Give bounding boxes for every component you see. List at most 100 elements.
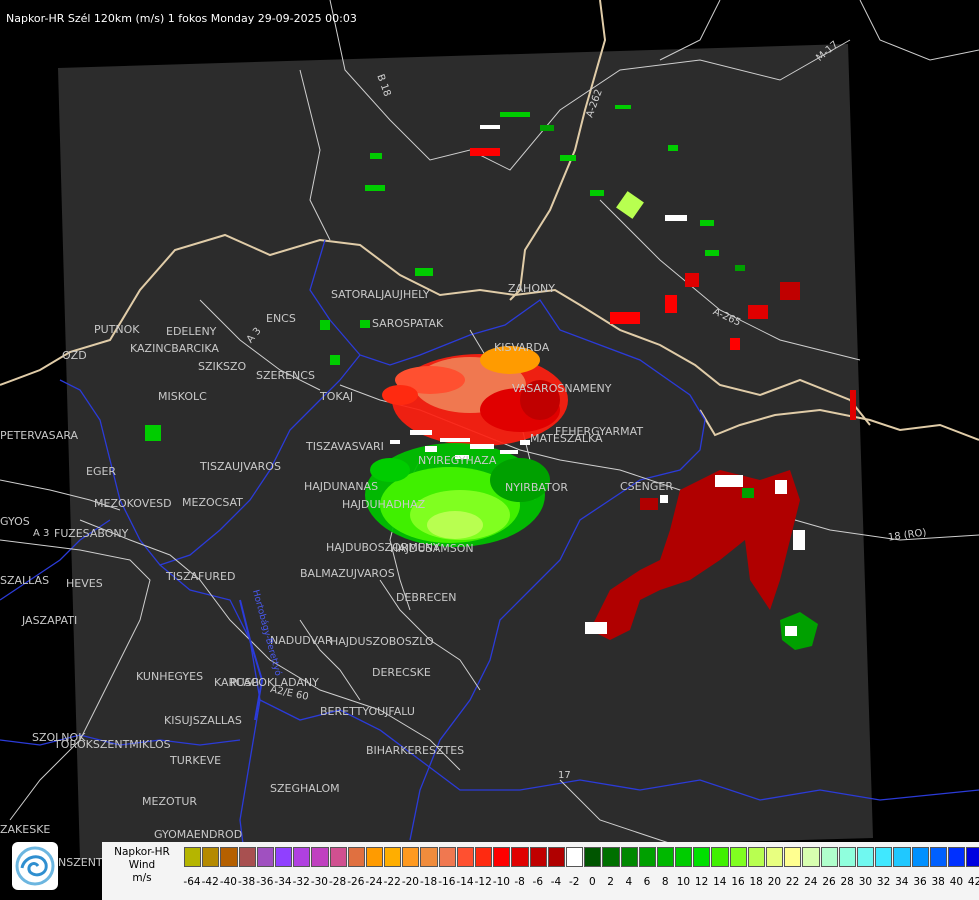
road-label: 17 [558,770,571,781]
legend-swatch [729,847,747,867]
place-label: TISZAFURED [166,570,236,583]
legend-swatch [784,847,802,867]
place-label: GYOMAENDROD [154,828,243,841]
legend-tick: -42 [201,876,219,888]
road-label: A 3 [33,528,50,539]
place-label: TOKAJ [320,390,354,403]
legend-swatch [929,847,947,867]
legend-swatch [711,847,729,867]
legend-tick: -24 [365,876,383,888]
place-label: BIHARKERESZTES [366,744,465,757]
legend-swatch [947,847,966,867]
place-label: KUNHEGYES [136,670,204,683]
legend-swatch [693,847,711,867]
legend-swatch [365,847,384,867]
legend-tick: 10 [676,876,691,888]
legend-swatch [875,847,893,867]
radar-map [0,0,979,900]
place-label: BERETTYOUJFALU [320,705,415,718]
place-label: KISVARDA [494,341,550,354]
place-label: NADUDVAR [270,634,333,647]
place-label: VASAROSNAMENY [512,382,612,395]
logo [12,842,58,890]
legend-tick: 22 [785,876,800,888]
legend-swatch [911,847,929,867]
legend-swatch [293,847,311,867]
place-label: BALMAZUJVAROS [300,567,395,580]
place-label: MEZOTUR [142,795,198,808]
legend-tick: 28 [840,876,854,888]
legend-tick: -8 [514,876,525,888]
place-label: GYOS [0,515,30,528]
legend-swatch [802,847,820,867]
place-label: HEVES [66,577,103,590]
legend-swatch [565,847,584,867]
legend-tick: 24 [804,876,818,888]
place-label: MATESZALKA [530,432,603,445]
legend-swatch [766,847,784,867]
place-label: NYIRBATOR [505,481,569,494]
place-label: OZD [62,349,87,362]
place-label: HAJDUSAMSON [390,542,474,555]
legend-swatch [893,847,911,867]
legend-swatch [420,847,438,867]
legend-swatch [438,847,456,867]
place-label: HAJDUNANAS [304,480,379,493]
place-label: TISZAVASVARI [306,440,384,453]
place-label: KISUJSZALLAS [164,714,242,727]
legend-quantity: Wind [128,859,156,871]
legend-tick: -20 [401,876,419,888]
legend-tick: -32 [292,876,310,888]
legend-swatches [184,847,979,868]
place-label: DEBRECEN [396,591,457,604]
legend-swatch [675,847,693,867]
legend-tick: 8 [661,876,669,888]
place-label: HAJDUSZOBOSZLO [330,635,434,648]
legend-tick: 32 [876,876,891,888]
place-label: MISKOLC [158,390,207,403]
legend-swatch [656,847,675,867]
legend-swatch [493,847,511,867]
legend-tick: -40 [219,876,237,888]
legend-tick: 16 [731,876,745,888]
legend-tick: 14 [713,876,727,888]
legend-swatch [584,847,602,867]
legend-tick: 38 [931,876,945,888]
legend-tick: 2 [607,876,614,888]
place-label: EDELENY [166,325,217,338]
legend-swatch [856,847,875,867]
legend-unit: m/s [132,872,152,884]
legend-swatch [547,847,565,867]
legend-swatch [238,847,256,867]
legend-tick: 34 [895,876,909,888]
legend-swatch [347,847,365,867]
legend-tick: -16 [438,876,456,888]
map-title: Napkor-HR Szél 120km (m/s) 1 fokos Monda… [6,12,357,25]
place-label: MEZOCSAT [182,496,243,509]
legend-swatch [384,847,402,867]
place-label: SZERENCS [256,369,315,382]
legend-product: Napkor-HR [114,846,170,858]
legend-swatch [329,847,347,867]
place-label: PUTNOK [94,323,140,336]
place-label: ENCS [266,312,296,325]
place-label: DERECSKE [372,666,431,679]
legend-swatch [747,847,765,867]
place-label: SZIKSZO [198,360,247,373]
legend-tick: -14 [456,876,474,888]
legend-tick: -34 [274,876,292,888]
legend-tick: 30 [858,876,873,888]
legend-swatch [202,847,220,867]
place-label: TURKEVE [170,754,222,767]
legend-swatch [820,847,838,867]
color-legend: Napkor-HR Wind m/s -64 -42 -40 -38 -36 -34 -32… [102,842,979,900]
place-label: CSENGER [620,480,673,493]
legend-tick: -28 [329,876,347,888]
legend-swatch [456,847,474,867]
place-label: SATORALJAUJHELY [331,288,430,301]
place-label: JASZAPATI [22,614,78,627]
legend-tick: 40 [949,876,964,888]
legend-swatch [638,847,656,867]
legend-tick: 4 [625,876,633,888]
legend-swatch [511,847,529,867]
